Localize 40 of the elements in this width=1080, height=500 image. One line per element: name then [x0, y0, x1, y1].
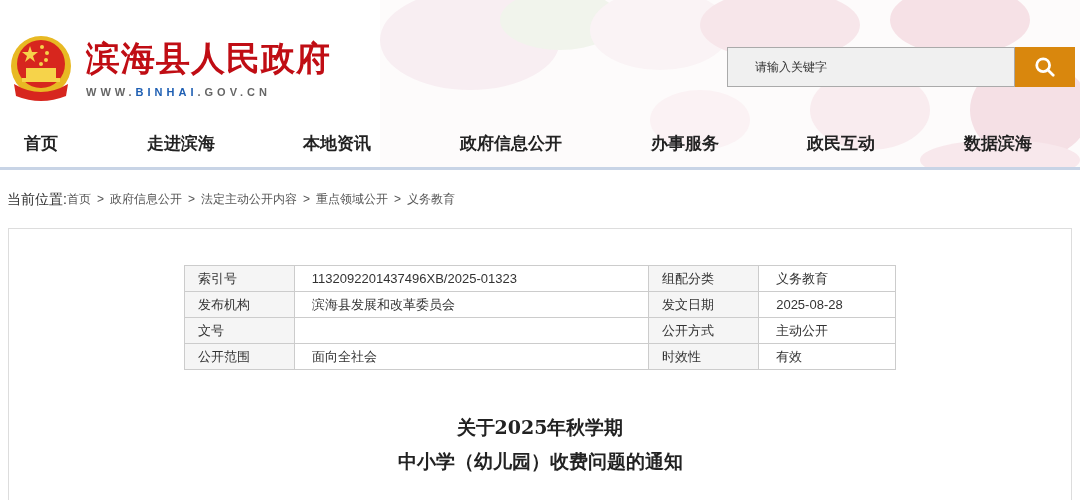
- field-value-cell: 义务教育: [758, 265, 896, 292]
- field-label-cell: 发布机构: [184, 291, 295, 318]
- nav-link[interactable]: 政民互动: [807, 130, 876, 157]
- search-button[interactable]: [1015, 47, 1075, 87]
- field-label-cell: 时效性: [648, 343, 759, 370]
- nav-link[interactable]: 本地资讯: [303, 130, 372, 157]
- breadcrumb-separator: >: [393, 191, 401, 208]
- breadcrumb-link[interactable]: 政府信息公开: [109, 190, 182, 208]
- field-label-cell: 文号: [184, 317, 295, 344]
- field-value-cell: 2025-08-28: [758, 291, 896, 318]
- article-title: 中小学（幼儿园）收费问题的通知: [397, 449, 683, 474]
- breadcrumb-separator: >: [96, 191, 104, 208]
- breadcrumb-link[interactable]: 义务教育: [406, 190, 455, 208]
- nav-link[interactable]: 首页: [24, 130, 58, 157]
- breadcrumb-link[interactable]: 法定主动公开内容: [200, 190, 297, 208]
- nav-link[interactable]: 办事服务: [650, 130, 719, 157]
- field-label-cell: 组配分类: [648, 265, 759, 292]
- breadcrumb-link[interactable]: 重点领域公开: [315, 190, 388, 208]
- search-icon: [1034, 56, 1056, 78]
- breadcrumb-label: 当前位置:: [7, 189, 67, 209]
- search-field[interactable]: 请输入关键字: [727, 47, 1015, 87]
- field-label-cell: 公开方式: [648, 317, 759, 344]
- field-value-cell: 1132092201437496XB/2025-01323: [294, 265, 649, 292]
- breadcrumb-separator: >: [302, 191, 310, 208]
- nav-link[interactable]: 数据滨海: [963, 130, 1032, 157]
- field-label-cell: 索引号: [184, 265, 295, 292]
- breadcrumb-separator: >: [187, 191, 195, 208]
- nav-link[interactable]: 走进滨海: [146, 130, 215, 157]
- field-value-cell: 主动公开: [758, 317, 896, 344]
- field-label-cell: 发文日期: [648, 291, 759, 318]
- field-value-cell: 面向全社会: [294, 343, 649, 370]
- field-value-cell: 有效: [758, 343, 896, 370]
- field-label-cell: 公开范围: [184, 343, 295, 370]
- site-title: 滨海县人民政府: [86, 37, 331, 78]
- article-title: 关于2025年秋学期: [456, 415, 624, 440]
- site-url: WWW.BINHAI.GOV.CN: [86, 84, 272, 100]
- breadcrumb-link[interactable]: 首页: [66, 190, 91, 208]
- field-value-cell: 滨海县发展和改革委员会: [294, 291, 649, 318]
- emblem-logo: [8, 34, 74, 104]
- nav-link[interactable]: 政府信息公开: [459, 130, 562, 157]
